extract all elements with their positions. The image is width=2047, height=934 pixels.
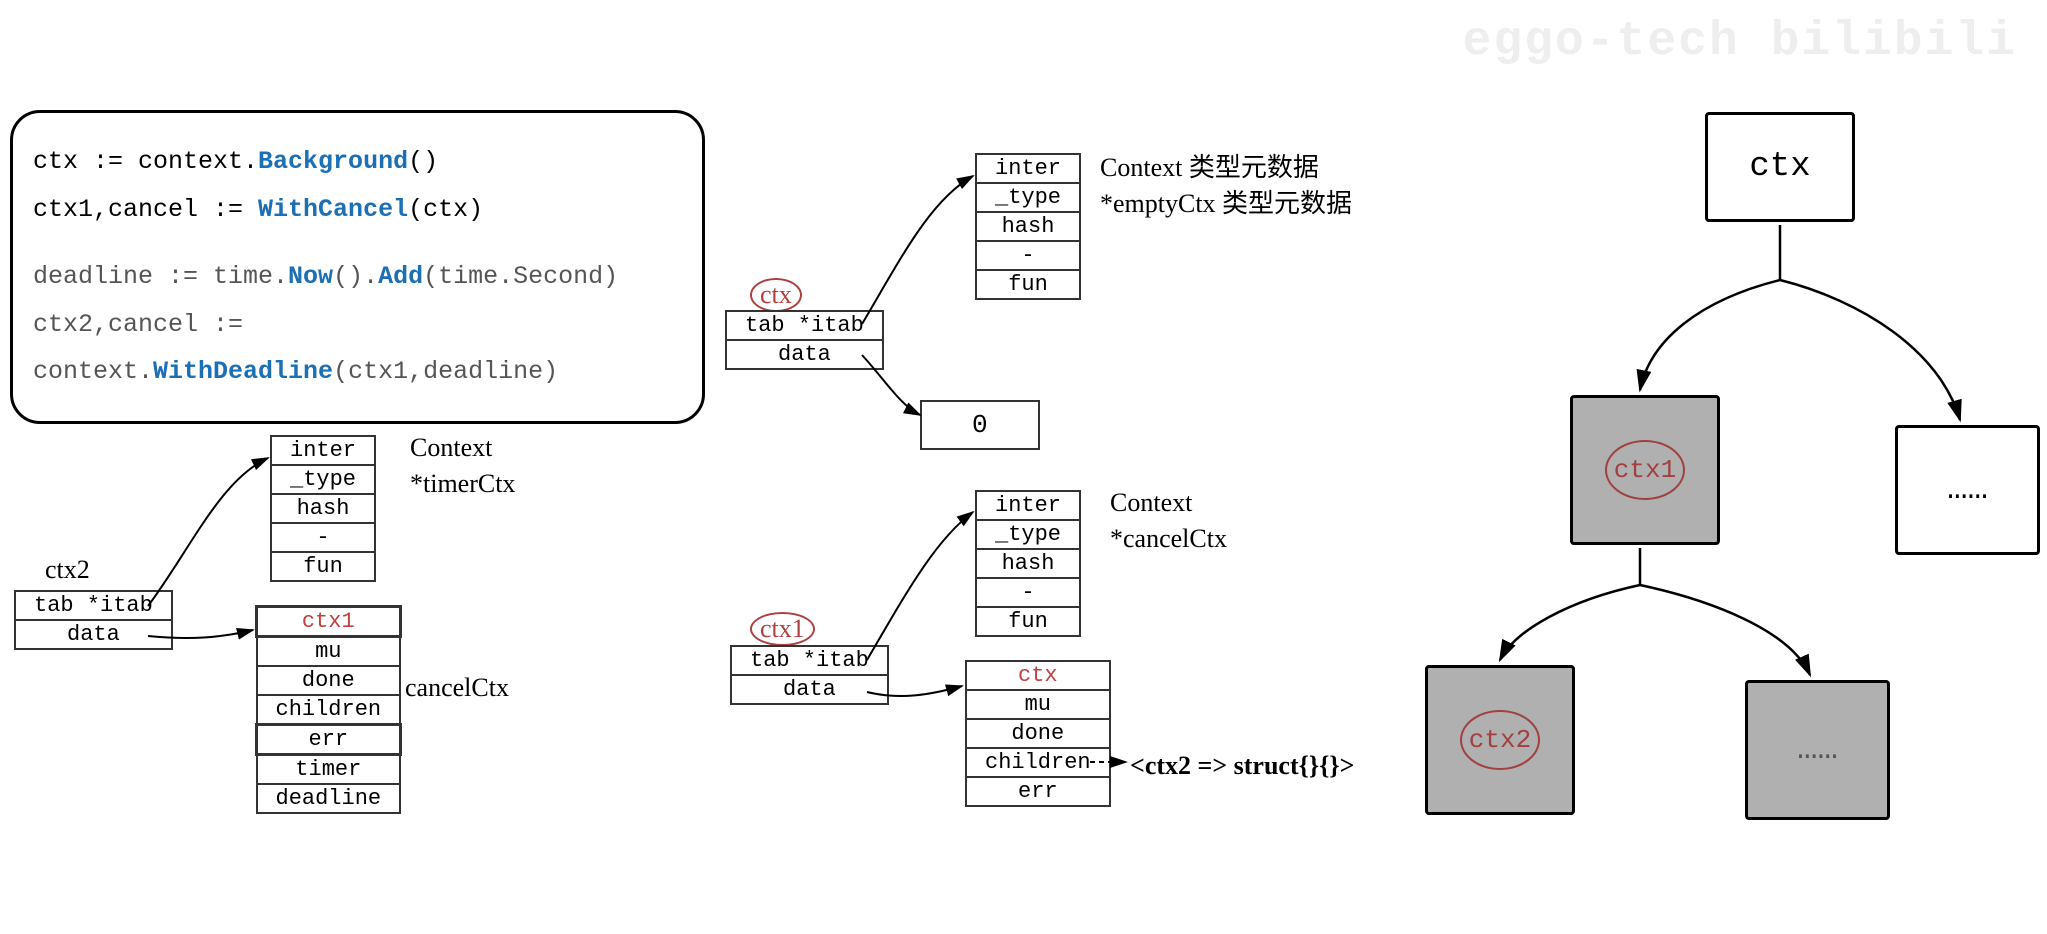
field: mu (966, 690, 1110, 719)
field: done (257, 666, 401, 695)
field: done (966, 719, 1110, 748)
field: children (257, 695, 401, 725)
code-kw: Background (258, 147, 408, 176)
field: _type (976, 520, 1080, 549)
tree-ctx2: ctx2 (1425, 665, 1575, 815)
cancelctx-label: cancelCtx (405, 670, 509, 706)
field: fun (976, 270, 1080, 299)
field: hash (271, 494, 375, 523)
label-line: *cancelCtx (1110, 521, 1227, 557)
field: tab *itab (15, 591, 172, 620)
field-title: ctx1 (257, 607, 401, 637)
left-itab-side-label: Context *timerCtx (410, 430, 515, 503)
code-kw: Now (288, 262, 333, 291)
field: - (976, 241, 1080, 270)
field: mu (257, 637, 401, 667)
field: _type (976, 183, 1080, 212)
field: timer (257, 755, 401, 785)
field: - (271, 523, 375, 552)
ctx1-circled-label: ctx1 (750, 612, 815, 646)
code-kw: Add (378, 262, 423, 291)
zero-box: 0 (920, 400, 1040, 450)
mid2-itab-box: inter _type hash - fun (975, 490, 1081, 637)
tree-dots-text: …… (1947, 471, 1988, 509)
tree-dots-2: …… (1745, 680, 1890, 820)
tree-dots-text: …… (1797, 731, 1838, 769)
ctx-iface-box: tab *itab data (725, 310, 884, 370)
mid2-itab-side-label: Context *cancelCtx (1110, 485, 1227, 558)
code-frag: (ctx) (408, 195, 483, 224)
cancelctx-struct-box: ctx1 mu done children err timer deadline (255, 605, 402, 814)
code-line-3: deadline := time.Now().Add(time.Second) (33, 253, 682, 301)
tree-dots-1: …… (1895, 425, 2040, 555)
tree-ctx2-circle: ctx2 (1460, 710, 1540, 770)
field: err (257, 725, 401, 755)
code-kw: WithDeadline (153, 357, 333, 386)
label-line: Context 类型元数据 (1100, 150, 1352, 186)
circled-text: ctx1 (750, 612, 815, 646)
code-frag: () (408, 147, 438, 176)
code-frag: (time.Second) (423, 262, 618, 291)
tree-ctx1: ctx1 (1570, 395, 1720, 545)
field: deadline (257, 784, 401, 813)
label-line: *timerCtx (410, 466, 515, 502)
code-frag: (). (333, 262, 378, 291)
label-line: Context (1110, 485, 1227, 521)
field: hash (976, 549, 1080, 578)
field: tab *itab (731, 646, 888, 675)
ctx-circled-label: ctx (750, 278, 802, 312)
code-line-4: ctx2,cancel := context.WithDeadline(ctx1… (33, 301, 682, 396)
field: data (726, 340, 883, 369)
tree-root-text: ctx (1749, 148, 1810, 186)
tree-ctx1-circle: ctx1 (1605, 440, 1685, 500)
field: - (976, 578, 1080, 607)
field: data (15, 620, 172, 649)
code-line-1: ctx := context.Background() (33, 138, 682, 186)
circled-text: ctx (750, 278, 802, 312)
label-line: *emptyCtx 类型元数据 (1100, 186, 1352, 222)
code-frag: (ctx1,deadline) (333, 357, 558, 386)
code-frag: deadline := time. (33, 262, 288, 291)
code-box: ctx := context.Background() ctx1,cancel … (10, 110, 705, 424)
label-line: Context (410, 430, 515, 466)
field-title: ctx (966, 661, 1110, 690)
field: data (731, 675, 888, 704)
field: children (966, 748, 1110, 777)
field: _type (271, 465, 375, 494)
code-line-2: ctx1,cancel := WithCancel(ctx) (33, 186, 682, 234)
field: fun (976, 607, 1080, 636)
left-itab-box: inter _type hash - fun (270, 435, 376, 582)
watermark: eggo-tech bilibili (1463, 15, 2017, 69)
field: inter (976, 491, 1080, 520)
field: inter (271, 436, 375, 465)
tree-root: ctx (1705, 112, 1855, 222)
field: inter (976, 154, 1080, 183)
children-map-label: <ctx2 => struct{}{}> (1130, 748, 1354, 784)
field: tab *itab (726, 311, 883, 340)
ctx1-iface-box: tab *itab data (730, 645, 889, 705)
mid2-cancelctx-box: ctx mu done children err (965, 660, 1111, 807)
mid1-itab-side-label: Context 类型元数据 *emptyCtx 类型元数据 (1100, 150, 1352, 223)
code-frag: ctx1,cancel := (33, 195, 258, 224)
ctx2-label: ctx2 (45, 555, 90, 585)
mid1-itab-box: inter _type hash - fun (975, 153, 1081, 300)
field: err (966, 777, 1110, 806)
field: fun (271, 552, 375, 581)
field: hash (976, 212, 1080, 241)
code-frag: ctx := context. (33, 147, 258, 176)
ctx2-iface-box: tab *itab data (14, 590, 173, 650)
code-kw: WithCancel (258, 195, 408, 224)
